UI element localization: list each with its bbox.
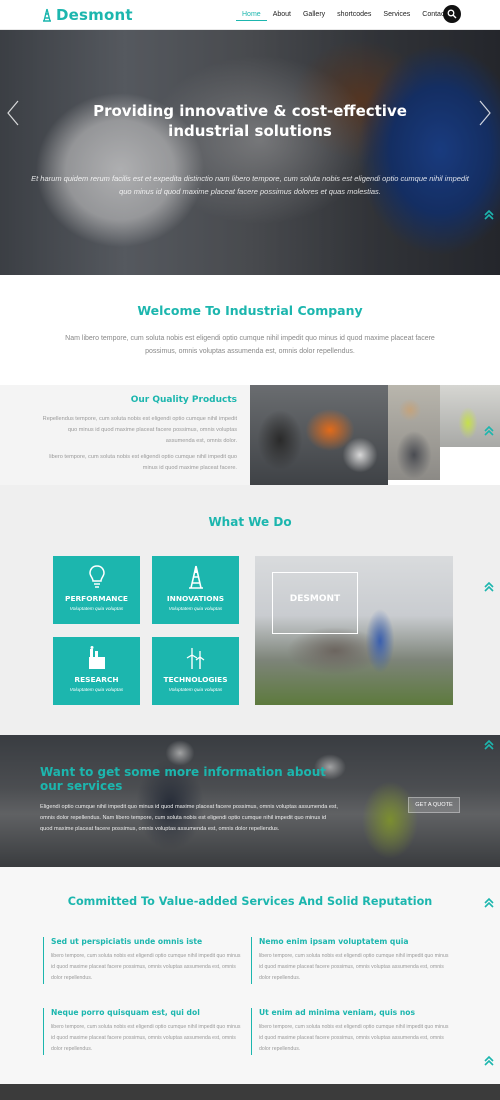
chevron-right-icon[interactable] xyxy=(478,100,492,126)
tile-title: PERFORMANCE xyxy=(65,594,128,603)
double-chevron-up-icon[interactable] xyxy=(483,739,495,751)
tile-title: RESEARCH xyxy=(74,675,119,684)
tile-subtitle: Voluptatem quia voluptas xyxy=(168,688,223,693)
nav-home[interactable]: Home xyxy=(236,10,267,21)
double-chevron-up-icon[interactable] xyxy=(483,1055,495,1067)
feature-text: libero tempore, cum soluta nobis est eli… xyxy=(51,1024,241,1052)
feature-title[interactable]: Ut enim ad minima veniam, quis nos xyxy=(259,1008,451,1017)
top-navbar: Desmont Home About Gallery shortcodes Se… xyxy=(0,0,500,30)
service-tile-technologies[interactable]: TECHNOLOGIES Voluptatem quia voluptas xyxy=(152,637,239,705)
info-title-line2: our services xyxy=(40,779,123,793)
feature-text: libero tempore, cum soluta nobis est eli… xyxy=(259,953,449,981)
info-text: Eligendi optio cumque nihil impedit quo … xyxy=(40,804,338,832)
feature-item: Nemo enim ipsam voluptatem quia libero t… xyxy=(251,937,451,984)
info-banner: Want to get some more information about … xyxy=(0,735,500,867)
feature-title[interactable]: Sed ut perspiciatis unde omnis iste xyxy=(51,937,243,946)
factory-icon xyxy=(89,646,105,669)
quality-title: Our Quality Products xyxy=(130,395,237,405)
welcome-title: Welcome To Industrial Company xyxy=(137,303,363,318)
feature-title[interactable]: Nemo enim ipsam voluptatem quia xyxy=(259,937,451,946)
feature-item: Ut enim ad minima veniam, quis nos liber… xyxy=(251,1008,451,1055)
search-icon xyxy=(447,9,457,19)
service-tile-research[interactable]: RESEARCH Voluptatem quia voluptas xyxy=(53,637,140,705)
tile-subtitle: Voluptatem quia voluptas xyxy=(69,607,124,612)
hero-banner: Providing innovative & cost-effective in… xyxy=(0,30,500,275)
main-nav: Home About Gallery shortcodes Services C… xyxy=(236,10,452,21)
lightbulb-icon xyxy=(89,565,105,588)
nav-services[interactable]: Services xyxy=(377,10,416,21)
double-chevron-up-icon[interactable] xyxy=(483,581,495,593)
double-chevron-up-icon[interactable] xyxy=(483,209,495,221)
quality-paragraph: libero tempore, cum soluta nobis est eli… xyxy=(49,454,237,471)
feature-item: Sed ut perspiciatis unde omnis iste libe… xyxy=(43,937,243,984)
chevron-left-icon[interactable] xyxy=(6,100,20,126)
tile-title: INNOVATIONS xyxy=(166,594,225,603)
tile-subtitle: Voluptatem quia voluptas xyxy=(168,607,223,612)
service-tile-performance[interactable]: PERFORMANCE Voluptatem quia voluptas xyxy=(53,556,140,624)
hero-title-line2: industrial solutions xyxy=(168,122,332,140)
image-label: DESMONT xyxy=(289,594,341,604)
info-title: Want to get some more information about … xyxy=(40,765,340,793)
tower-icon xyxy=(42,8,52,22)
committed-title: Committed To Value-added Services And So… xyxy=(67,895,433,908)
workers-photo xyxy=(250,385,388,485)
welcome-text: Nam libero tempore, cum soluta nobis est… xyxy=(65,335,435,355)
hero-title-line1: Providing innovative & cost-effective xyxy=(93,102,407,120)
engineer-photo xyxy=(388,385,440,480)
hero-title: Providing innovative & cost-effective in… xyxy=(70,101,430,141)
tile-subtitle: Voluptatem quia voluptas xyxy=(69,688,124,693)
wind-turbine-icon xyxy=(186,648,205,669)
footer xyxy=(0,1084,500,1100)
nav-shortcodes[interactable]: shortcodes xyxy=(331,10,377,21)
what-we-do-title: What We Do xyxy=(208,515,292,529)
double-chevron-up-icon[interactable] xyxy=(483,897,495,909)
nav-gallery[interactable]: Gallery xyxy=(297,10,331,21)
hero-overlay xyxy=(0,30,500,275)
feature-text: libero tempore, cum soluta nobis est eli… xyxy=(259,1024,449,1052)
feature-title[interactable]: Neque porro quisquam est, qui dol xyxy=(51,1008,243,1017)
site-worker-photo xyxy=(440,385,500,447)
get-quote-button[interactable]: GET A QUOTE xyxy=(408,797,460,813)
brand-name: Desmont xyxy=(56,6,133,24)
tile-title: TECHNOLOGIES xyxy=(163,675,228,684)
oil-rig-icon xyxy=(189,565,203,589)
nav-about[interactable]: About xyxy=(267,10,297,21)
service-tile-innovations[interactable]: INNOVATIONS Voluptatem quia voluptas xyxy=(152,556,239,624)
feature-text: libero tempore, cum soluta nobis est eli… xyxy=(51,953,241,981)
hero-text: Et harum quidem rerum facilis est et exp… xyxy=(31,174,469,196)
feature-item: Neque porro quisquam est, qui dol libero… xyxy=(43,1008,243,1055)
search-button[interactable] xyxy=(443,5,461,23)
double-chevron-up-icon[interactable] xyxy=(483,425,495,437)
brand-logo[interactable]: Desmont xyxy=(42,6,133,24)
quality-paragraph: Repellendus tempore, cum soluta nobis es… xyxy=(42,416,237,444)
info-title-line1: Want to get some more information about xyxy=(40,765,327,779)
